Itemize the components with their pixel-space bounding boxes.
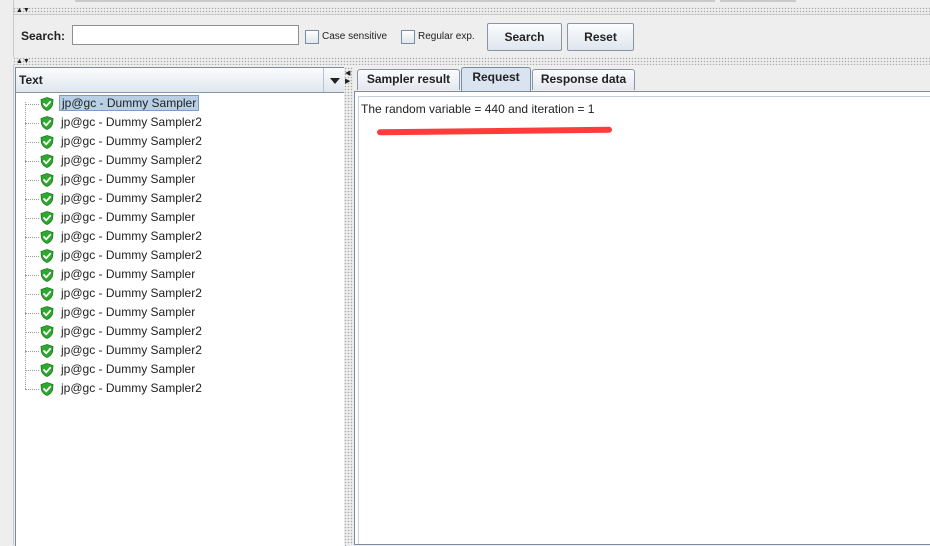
tree-item[interactable]: jp@gc - Dummy Sampler2 bbox=[16, 284, 345, 303]
tree-item-label: jp@gc - Dummy Sampler2 bbox=[61, 286, 202, 300]
tree-item-label: jp@gc - Dummy Sampler bbox=[61, 305, 196, 319]
tree-connector bbox=[25, 199, 39, 200]
tree-connector bbox=[25, 370, 39, 371]
success-shield-icon bbox=[40, 173, 54, 187]
tree-connector bbox=[25, 218, 39, 219]
tree-item-label: jp@gc - Dummy Sampler bbox=[61, 210, 196, 224]
search-label: Search: bbox=[21, 29, 66, 43]
tree-item[interactable]: jp@gc - Dummy Sampler2 bbox=[16, 151, 345, 170]
search-input[interactable] bbox=[72, 25, 299, 45]
success-shield-icon bbox=[40, 344, 54, 358]
tree-item[interactable]: jp@gc - Dummy Sampler bbox=[16, 170, 345, 189]
chevron-down-icon[interactable] bbox=[323, 68, 346, 92]
regular-exp-label: Regular exp. bbox=[418, 31, 475, 42]
tree-item-label: jp@gc - Dummy Sampler2 bbox=[61, 324, 202, 338]
tree-item[interactable]: jp@gc - Dummy Sampler2 bbox=[16, 132, 345, 151]
tab-sampler-result[interactable]: Sampler result bbox=[357, 69, 460, 90]
tab-response-data[interactable]: Response data bbox=[532, 69, 635, 90]
tree-item[interactable]: jp@gc - Dummy Sampler bbox=[16, 208, 345, 227]
tree-connector bbox=[25, 389, 39, 390]
tree-item-label: jp@gc - Dummy Sampler2 bbox=[61, 115, 202, 129]
tree-connector bbox=[25, 256, 39, 257]
reset-button[interactable]: Reset bbox=[567, 23, 634, 51]
renderer-selected: Text bbox=[19, 73, 43, 87]
success-shield-icon bbox=[40, 382, 54, 396]
tree-item-label: jp@gc - Dummy Sampler2 bbox=[61, 248, 202, 262]
tree-item-label: jp@gc - Dummy Sampler2 bbox=[61, 229, 202, 243]
tree-connector bbox=[25, 104, 39, 105]
tree-item-label: jp@gc - Dummy Sampler bbox=[61, 362, 196, 376]
tree-connector bbox=[25, 332, 39, 333]
tree-item-label: jp@gc - Dummy Sampler bbox=[61, 267, 196, 281]
tab-request[interactable]: Request bbox=[461, 67, 531, 91]
tree-item[interactable]: jp@gc - Dummy Sampler2 bbox=[16, 113, 345, 132]
tree-connector bbox=[25, 123, 39, 124]
top-strip bbox=[0, 0, 930, 7]
request-content: The random variable = 440 and iteration … bbox=[354, 91, 930, 545]
tree-item-label: jp@gc - Dummy Sampler bbox=[61, 172, 196, 186]
tree-item-label: jp@gc - Dummy Sampler2 bbox=[61, 134, 202, 148]
success-shield-icon bbox=[40, 249, 54, 263]
tree-connector bbox=[25, 161, 39, 162]
collapse-arrows-icon[interactable]: ▲▼ bbox=[16, 7, 30, 14]
tree-item[interactable]: jp@gc - Dummy Sampler2 bbox=[16, 189, 345, 208]
tree-item[interactable]: jp@gc - Dummy Sampler2 bbox=[16, 379, 345, 398]
tree-item[interactable]: jp@gc - Dummy Sampler2 bbox=[16, 322, 345, 341]
tree-item-label: jp@gc - Dummy Sampler2 bbox=[61, 343, 202, 357]
tree-item[interactable]: jp@gc - Dummy Sampler bbox=[16, 265, 345, 284]
tree-connector bbox=[25, 313, 39, 314]
tree-connector bbox=[25, 180, 39, 181]
tree-item-label: jp@gc - Dummy Sampler2 bbox=[61, 191, 202, 205]
success-shield-icon bbox=[40, 116, 54, 130]
result-tabs: Sampler result Request Response data bbox=[354, 67, 930, 91]
tree-item[interactable]: jp@gc - Dummy Sampler bbox=[16, 303, 345, 322]
regular-exp-checkbox[interactable] bbox=[401, 30, 415, 44]
success-shield-icon bbox=[40, 325, 54, 339]
tree-item[interactable]: jp@gc - Dummy Sampler2 bbox=[16, 246, 345, 265]
case-sensitive-checkbox[interactable] bbox=[305, 30, 319, 44]
tree-item[interactable]: jp@gc - Dummy Sampler2 bbox=[16, 341, 345, 360]
renderer-combobox[interactable]: Text bbox=[16, 68, 345, 93]
request-text: The random variable = 440 and iteration … bbox=[361, 102, 595, 116]
success-shield-icon bbox=[40, 287, 54, 301]
middle-splitter[interactable]: ▲▼ bbox=[13, 57, 930, 65]
tree-connector bbox=[25, 237, 39, 238]
collapse-left-icon[interactable]: ◀ bbox=[345, 70, 350, 77]
case-sensitive-label: Case sensitive bbox=[322, 31, 388, 42]
success-shield-icon bbox=[40, 135, 54, 149]
success-shield-icon bbox=[40, 154, 54, 168]
search-button[interactable]: Search bbox=[487, 23, 562, 51]
sampler-tree: jp@gc - Dummy Sampler jp@gc - Dummy Sampl… bbox=[16, 94, 345, 546]
success-shield-icon bbox=[40, 211, 54, 225]
vertical-splitter[interactable]: ◀ ▶ bbox=[344, 67, 353, 545]
tree-item[interactable]: jp@gc - Dummy Sampler bbox=[16, 94, 345, 113]
tree-item-label: jp@gc - Dummy Sampler bbox=[59, 95, 200, 111]
red-annotation-underline bbox=[376, 126, 613, 136]
tree-connector bbox=[25, 275, 39, 276]
tree-connector bbox=[25, 142, 39, 143]
divider bbox=[13, 14, 930, 15]
tree-item-label: jp@gc - Dummy Sampler2 bbox=[61, 381, 202, 395]
success-shield-icon bbox=[40, 97, 54, 111]
success-shield-icon bbox=[40, 192, 54, 206]
success-shield-icon bbox=[40, 268, 54, 282]
tree-connector bbox=[25, 351, 39, 352]
success-shield-icon bbox=[40, 363, 54, 377]
tree-item-label: jp@gc - Dummy Sampler2 bbox=[61, 153, 202, 167]
results-tree-panel: Text jp@gc - Dummy Sampler jp@gc - Dummy … bbox=[15, 67, 346, 546]
upper-splitter[interactable]: ▲▼ bbox=[13, 7, 930, 14]
success-shield-icon bbox=[40, 306, 54, 320]
search-bar: Search: Case sensitive Regular exp. Sear… bbox=[13, 17, 930, 55]
tree-connector bbox=[25, 294, 39, 295]
left-edge bbox=[0, 0, 14, 545]
collapse-arrows-icon[interactable]: ▲▼ bbox=[16, 58, 30, 65]
collapse-right-icon[interactable]: ▶ bbox=[345, 78, 350, 85]
success-shield-icon bbox=[40, 230, 54, 244]
request-text-area[interactable]: The random variable = 440 and iteration … bbox=[358, 96, 930, 544]
tree-item[interactable]: jp@gc - Dummy Sampler bbox=[16, 360, 345, 379]
tree-item[interactable]: jp@gc - Dummy Sampler2 bbox=[16, 227, 345, 246]
